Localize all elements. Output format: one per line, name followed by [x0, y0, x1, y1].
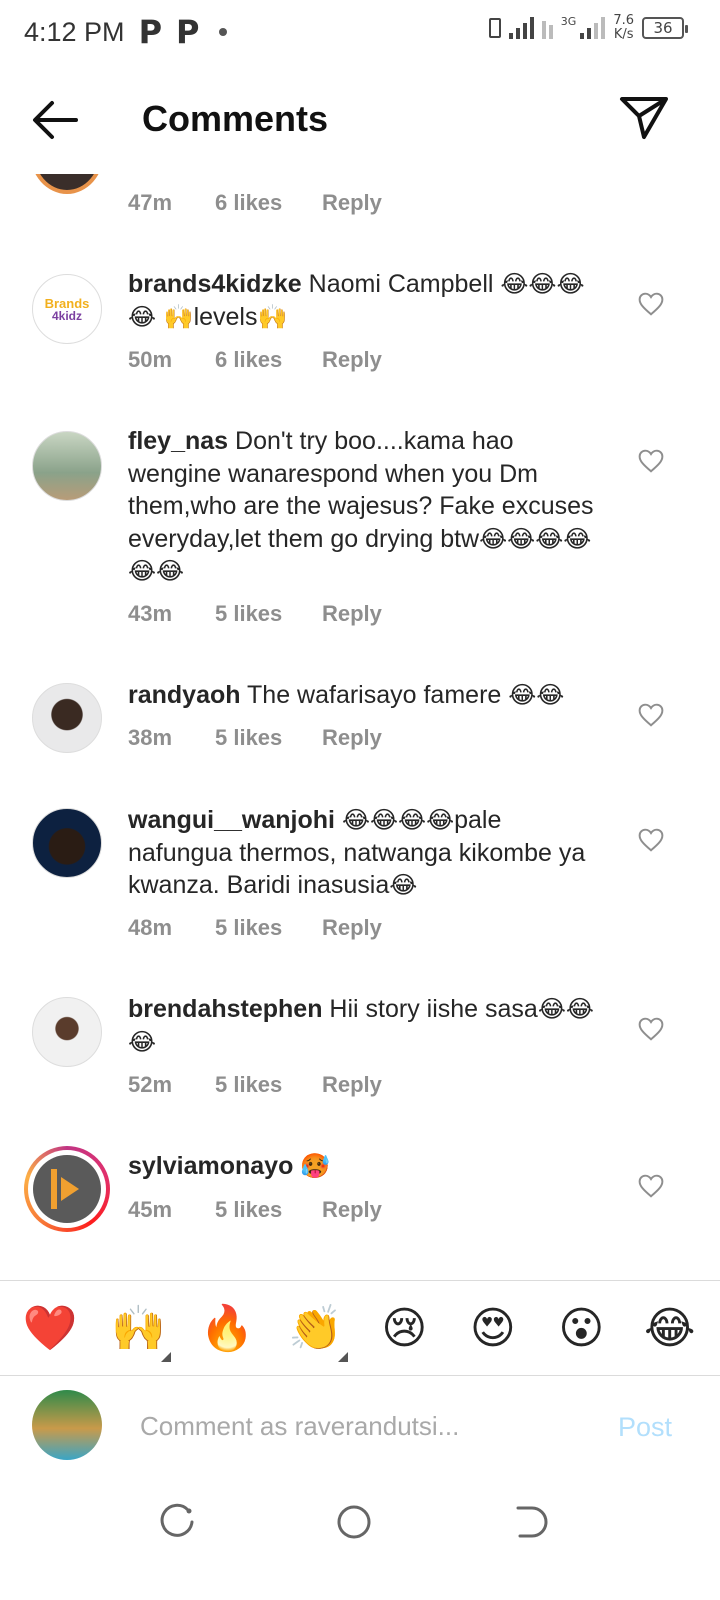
comment-time: 38m	[128, 725, 173, 750]
comment-meta: 50m 6 likes Reply	[128, 347, 382, 373]
comment-meta: 47m 6 likes Reply	[128, 190, 382, 216]
comment-likes[interactable]: 5 likes	[215, 1072, 322, 1098]
comment-username[interactable]: sylviamonayo	[128, 1152, 293, 1180]
story-ring[interactable]	[24, 1146, 110, 1232]
comment-meta: 52m 5 likes Reply	[128, 1072, 382, 1098]
comment-emoji: 😂😂😂😂	[341, 806, 455, 834]
like-heart-icon[interactable]	[638, 1174, 664, 1198]
back-arrow-icon[interactable]	[30, 98, 80, 142]
emoji-quick-bar: ❤️ 🙌 🔥 👏 😢 😍 😮 😂	[0, 1280, 720, 1376]
comment-likes[interactable]: 5 likes	[215, 1197, 322, 1223]
page-title: Comments	[142, 98, 329, 139]
comment-emoji-2: 😂	[389, 871, 418, 899]
comment-emoji: 🥵	[300, 1152, 331, 1180]
comment-emoji: 😂😂	[508, 681, 565, 709]
avatar-logo-text: Brands	[44, 295, 90, 311]
comment-likes[interactable]: 5 likes	[215, 915, 322, 941]
header: Comments	[0, 64, 720, 174]
comment-body-2: levels	[193, 302, 258, 331]
emoji-heart-eyes-button[interactable]: 😍	[459, 1303, 527, 1354]
send-direct-icon[interactable]	[618, 94, 670, 142]
avatar[interactable]	[32, 431, 102, 501]
comment-username[interactable]: wangui__wanjohi	[128, 806, 335, 834]
avatar[interactable]	[32, 683, 102, 753]
like-heart-icon[interactable]	[638, 828, 664, 852]
comment-time: 47m	[128, 190, 173, 215]
comment-likes[interactable]: 5 likes	[215, 601, 322, 627]
emoji-fire-button[interactable]: 🔥	[193, 1302, 261, 1354]
comment-text: randyaoh The wafarisayo famere 😂😂	[128, 679, 608, 712]
comment-input[interactable]	[140, 1406, 590, 1446]
like-heart-icon[interactable]	[638, 1017, 664, 1041]
comment-username[interactable]: brands4kidzke	[128, 270, 302, 298]
avatar-logo-text-2: 4kidz	[51, 308, 82, 323]
comment-meta: 43m 5 likes Reply	[128, 601, 382, 627]
post-button[interactable]: Post	[618, 1412, 672, 1443]
comment-meta: 38m 5 likes Reply	[128, 725, 382, 751]
reply-button[interactable]: Reply	[322, 190, 382, 216]
emoji-raised-hands-button[interactable]: 🙌	[105, 1302, 173, 1362]
comment-composer: Post	[0, 1376, 720, 1480]
comment-username[interactable]: randyaoh	[128, 681, 241, 709]
emoji-heart-button[interactable]: ❤️	[16, 1302, 84, 1354]
comment-time: 48m	[128, 915, 173, 940]
comment-time: 45m	[128, 1197, 173, 1222]
comment-text: brendahstephen Hii story iishe sasa😂😂😂	[128, 993, 608, 1058]
comment-username[interactable]: fley_nas	[128, 427, 228, 455]
comments-list[interactable]: 47m 6 likes Reply Brands 4kidz brands4ki…	[0, 0, 720, 1282]
comment-username[interactable]: brendahstephen	[128, 995, 322, 1023]
recent-apps-icon[interactable]	[158, 1502, 198, 1542]
comment-text: fley_nas Don't try boo....kama hao wengi…	[128, 425, 608, 588]
comment-time: 50m	[128, 347, 173, 372]
reply-button[interactable]: Reply	[322, 347, 382, 373]
like-heart-icon[interactable]	[638, 449, 664, 473]
emoji-surprised-button[interactable]: 😮	[547, 1303, 615, 1354]
emoji-laughing-button[interactable]: 😂	[636, 1303, 704, 1354]
reply-button[interactable]: Reply	[322, 1072, 382, 1098]
comment-likes[interactable]: 6 likes	[215, 347, 322, 373]
emoji-crying-button[interactable]: 😢	[370, 1303, 438, 1354]
comment-time: 52m	[128, 1072, 173, 1097]
comment-body: Hii story iishe sasa	[322, 995, 538, 1023]
avatar[interactable]	[32, 997, 102, 1067]
reply-button[interactable]: Reply	[322, 601, 382, 627]
home-icon[interactable]	[334, 1502, 374, 1542]
comment-emoji-2: 🙌	[257, 302, 288, 331]
system-nav-bar	[0, 1480, 720, 1600]
comment-likes[interactable]: 5 likes	[215, 725, 322, 751]
reply-button[interactable]: Reply	[322, 725, 382, 751]
comment-body: The wafarisayo famere	[240, 681, 509, 709]
comment-text: wangui__wanjohi 😂😂😂😂pale nafungua thermo…	[128, 804, 608, 902]
emoji-clap-button[interactable]: 👏	[282, 1302, 350, 1362]
comment-likes[interactable]: 6 likes	[215, 190, 322, 216]
comment-meta: 45m 5 likes Reply	[128, 1197, 382, 1223]
like-heart-icon[interactable]	[638, 703, 664, 727]
back-nav-icon[interactable]	[510, 1502, 550, 1542]
comment-text: sylviamonayo 🥵	[128, 1150, 608, 1183]
avatar	[33, 1155, 101, 1223]
comment-time: 43m	[128, 601, 173, 626]
like-heart-icon[interactable]	[638, 292, 664, 316]
comment-meta: 48m 5 likes Reply	[128, 915, 382, 941]
comment-body: Naomi Campbell	[301, 270, 501, 298]
comment-text: brands4kidzke Naomi Campbell 😂😂😂😂 🙌level…	[128, 268, 608, 333]
reply-button[interactable]: Reply	[322, 915, 382, 941]
reply-button[interactable]: Reply	[322, 1197, 382, 1223]
avatar[interactable]: Brands 4kidz	[32, 274, 102, 344]
avatar[interactable]	[32, 808, 102, 878]
avatar	[32, 1390, 102, 1460]
comment-body	[335, 806, 342, 834]
